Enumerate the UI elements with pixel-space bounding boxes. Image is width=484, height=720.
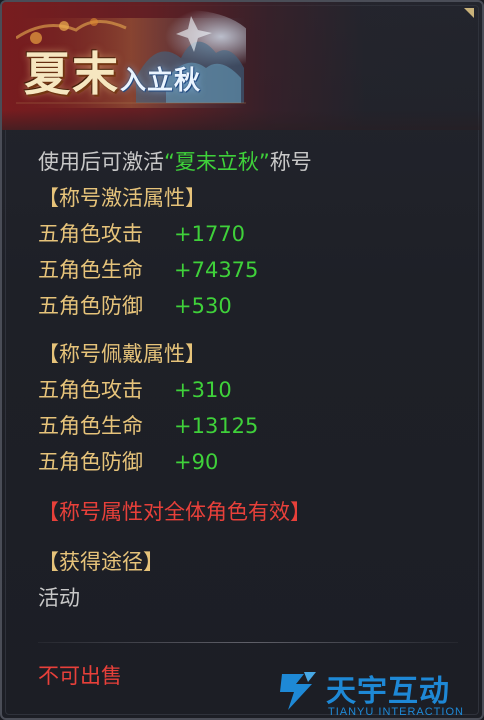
item-tooltip-panel: 夏末 入立秋 使用后可激活“夏末立秋”称号 【称号激活属性】 五角色攻击 +177… — [0, 0, 484, 720]
global-effect-note: 【称号属性对全体角色有效】 — [38, 500, 311, 524]
usage-prefix: 使用后可激活 — [38, 150, 164, 174]
stat-row: 五角色生命 +74375 — [38, 252, 458, 288]
title-main-text: 夏末 — [24, 47, 120, 101]
watermark: 天宇互动 TIANYU INTERACTION — [274, 666, 482, 718]
stat-value: +13125 — [174, 414, 259, 438]
title-banner: 夏末 入立秋 — [2, 2, 482, 130]
stat-value: +530 — [174, 294, 232, 318]
stat-value: +1770 — [174, 222, 246, 246]
title-name: “夏末立秋” — [164, 150, 270, 174]
usage-line: 使用后可激活“夏末立秋”称号 — [38, 144, 458, 180]
banner-fade — [2, 110, 482, 130]
usage-suffix: 称号 — [269, 150, 312, 174]
stat-name: 五角色防御 — [38, 294, 143, 318]
tianyu-logo-icon — [280, 672, 316, 710]
source-value: 活动 — [38, 586, 80, 610]
title-sub-text: 入立秋 — [120, 66, 202, 96]
stat-value: +90 — [174, 450, 219, 474]
triangle-corner-icon — [464, 8, 474, 18]
stat-row: 五角色攻击 +310 — [38, 372, 458, 408]
watermark-cn: 天宇互动 — [326, 674, 450, 709]
stat-name: 五角色生命 — [38, 258, 143, 282]
stat-row: 五角色生命 +13125 — [38, 408, 458, 444]
activation-heading: 【称号激活属性】 — [38, 186, 206, 210]
stat-name: 五角色攻击 — [38, 378, 143, 402]
stat-row: 五角色防御 +90 — [38, 444, 458, 480]
watermark-en: TIANYU INTERACTION — [328, 706, 464, 718]
divider — [38, 642, 458, 643]
stat-value: +310 — [174, 378, 232, 402]
stat-value: +74375 — [174, 258, 259, 282]
stat-name: 五角色防御 — [38, 450, 143, 474]
wear-heading: 【称号佩戴属性】 — [38, 342, 206, 366]
source-heading: 【获得途径】 — [38, 550, 164, 574]
stat-row: 五角色攻击 +1770 — [38, 216, 458, 252]
stat-row: 五角色防御 +530 — [38, 288, 458, 324]
stat-name: 五角色攻击 — [38, 222, 143, 246]
sell-status: 不可出售 — [38, 664, 122, 688]
stat-name: 五角色生命 — [38, 414, 143, 438]
item-description: 使用后可激活“夏末立秋”称号 【称号激活属性】 五角色攻击 +1770 五角色生命… — [38, 144, 458, 616]
